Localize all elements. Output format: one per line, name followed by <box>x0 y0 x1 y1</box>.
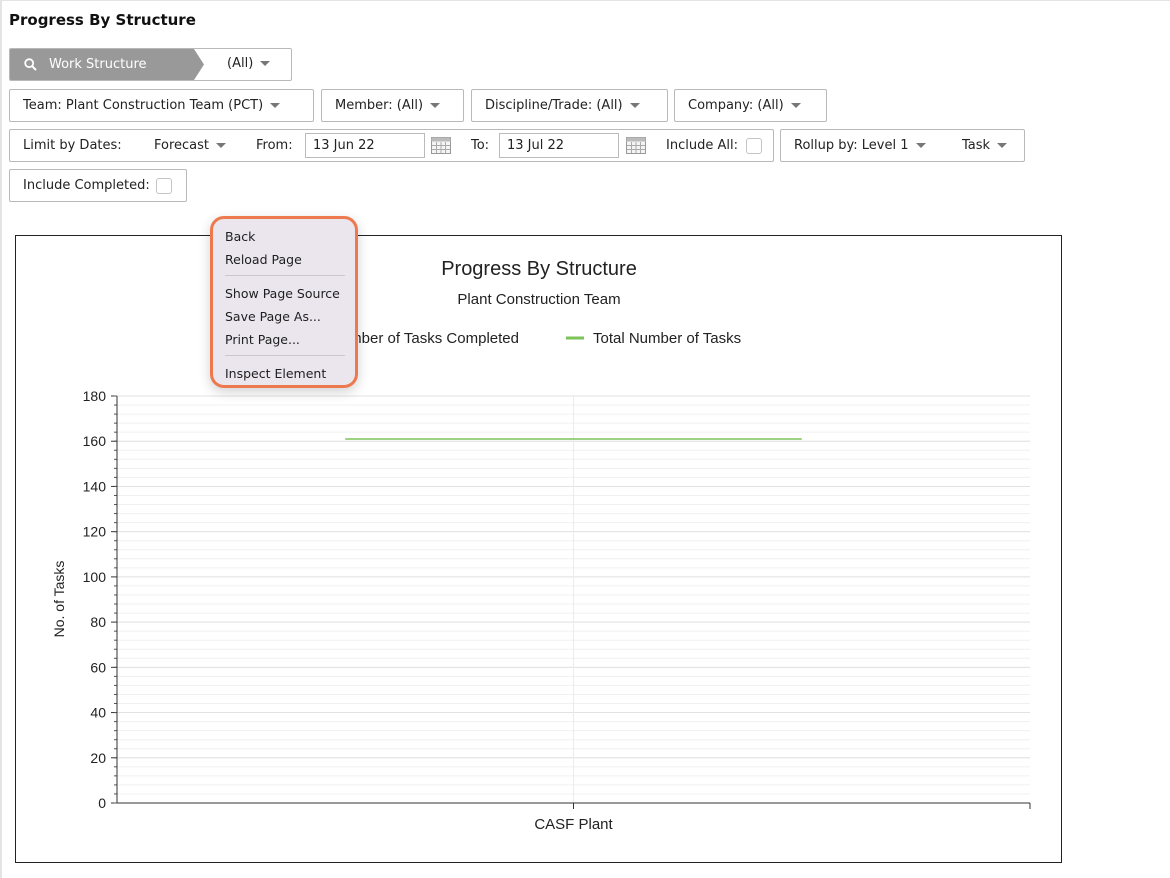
include-completed-checkbox[interactable] <box>155 177 172 194</box>
company-filter[interactable]: Company: (All) <box>674 89 827 122</box>
top-border <box>0 0 1170 1</box>
y-tick-label: 120 <box>83 524 107 540</box>
menu-separator <box>225 355 345 356</box>
progress-chart: Progress By Structure Plant Construction… <box>15 235 1062 863</box>
limit-dates-dropdown[interactable]: Forecast <box>154 138 227 153</box>
page-title: Progress By Structure <box>9 11 196 29</box>
include-completed-filter: Include Completed: <box>9 169 187 202</box>
y-tick-label: 100 <box>83 569 107 585</box>
y-tick-label: 40 <box>90 705 106 721</box>
chevron-down-icon <box>997 143 1008 148</box>
team-label: Team: <box>23 98 62 113</box>
chart-grid <box>117 395 1030 804</box>
to-label: To: <box>471 138 490 153</box>
rollup-filter: Rollup by: Level 1 Task <box>780 129 1025 162</box>
left-border <box>0 0 2 878</box>
chart-canvas: Progress By Structure Plant Construction… <box>51 258 1031 833</box>
discipline-filter[interactable]: Discipline/Trade: (All) <box>471 89 668 122</box>
chevron-down-icon <box>216 143 227 148</box>
discipline-value: (All) <box>596 98 623 113</box>
menu-item-inspect-element[interactable]: Inspect Element <box>225 366 326 381</box>
x-tick-label: CASF Plant <box>534 816 613 833</box>
from-date-input[interactable] <box>305 133 425 158</box>
include-all-checkbox[interactable] <box>746 138 762 154</box>
company-value: (All) <box>757 98 784 113</box>
y-axis-label: No. of Tasks <box>51 561 67 638</box>
chevron-down-icon <box>430 103 441 108</box>
work-structure-value: (All) <box>227 56 254 71</box>
menu-separator <box>225 275 345 276</box>
y-tick-label: 160 <box>83 433 107 449</box>
chevron-down-icon <box>790 103 801 108</box>
from-label: From: <box>256 138 293 153</box>
team-value: Plant Construction Team (PCT) <box>65 98 264 113</box>
y-tick-label: 0 <box>98 795 106 811</box>
calendar-icon[interactable] <box>626 137 646 158</box>
limit-dates-label: Limit by Dates: <box>23 138 122 153</box>
rollup-level-dropdown[interactable]: Rollup by: Level 1 <box>794 138 926 153</box>
y-tick-label: 180 <box>83 388 107 404</box>
rollup-type-dropdown[interactable]: Task <box>962 138 1008 153</box>
y-tick-label: 80 <box>90 614 106 630</box>
date-limit-filter: Limit by Dates: Forecast From: To: Inclu… <box>9 129 774 162</box>
menu-item-back[interactable]: Back <box>225 229 255 244</box>
y-tick-label: 140 <box>83 478 107 494</box>
work-structure-filter[interactable]: Work Structure (All) <box>9 48 292 81</box>
chart-subtitle: Plant Construction Team <box>457 291 620 308</box>
limit-dates-value: Forecast <box>154 138 210 153</box>
include-completed-label: Include Completed: <box>23 178 150 193</box>
menu-item-reload-page[interactable]: Reload Page <box>225 252 302 267</box>
discipline-label: Discipline/Trade: <box>485 98 593 113</box>
y-tick-label: 20 <box>90 750 106 766</box>
work-structure-label: Work Structure <box>49 57 147 72</box>
rollup-value: Level 1 <box>861 138 909 153</box>
member-label: Member: <box>335 98 393 113</box>
search-icon <box>24 58 37 71</box>
to-date-input[interactable] <box>499 133 619 158</box>
rollup-type-value: Task <box>962 138 991 153</box>
menu-item-save-page-as[interactable]: Save Page As... <box>225 309 321 324</box>
chevron-down-icon <box>270 103 281 108</box>
legend-label: Total Number of Tasks <box>593 330 741 347</box>
team-filter[interactable]: Team: Plant Construction Team (PCT) <box>9 89 314 122</box>
y-tick-label: 60 <box>90 659 106 675</box>
chevron-down-icon <box>629 103 640 108</box>
work-structure-search[interactable]: Work Structure <box>10 49 204 80</box>
chevron-down-icon <box>260 61 271 66</box>
calendar-icon[interactable] <box>431 137 451 158</box>
menu-item-show-page-source[interactable]: Show Page Source <box>225 286 340 301</box>
include-all-label: Include All: <box>666 138 738 153</box>
chevron-down-icon <box>915 143 926 148</box>
chart-title: Progress By Structure <box>441 258 637 280</box>
member-value: (All) <box>396 98 424 113</box>
context-menu: Back Reload Page Show Page Source Save P… <box>210 216 358 388</box>
chart-legend: Number of Tasks Completed Total Number of… <box>303 330 741 347</box>
chart-axes: 0 20 40 60 80 100 120 140 160 180 CASF Plant <box>83 388 1031 833</box>
legend-label: Number of Tasks Completed <box>330 330 519 347</box>
company-label: Company: <box>688 98 754 113</box>
work-structure-dropdown[interactable]: (All) <box>227 56 271 71</box>
member-filter[interactable]: Member: (All) <box>321 89 464 122</box>
menu-item-print-page[interactable]: Print Page... <box>225 332 300 347</box>
rollup-label: Rollup by: <box>794 138 858 153</box>
